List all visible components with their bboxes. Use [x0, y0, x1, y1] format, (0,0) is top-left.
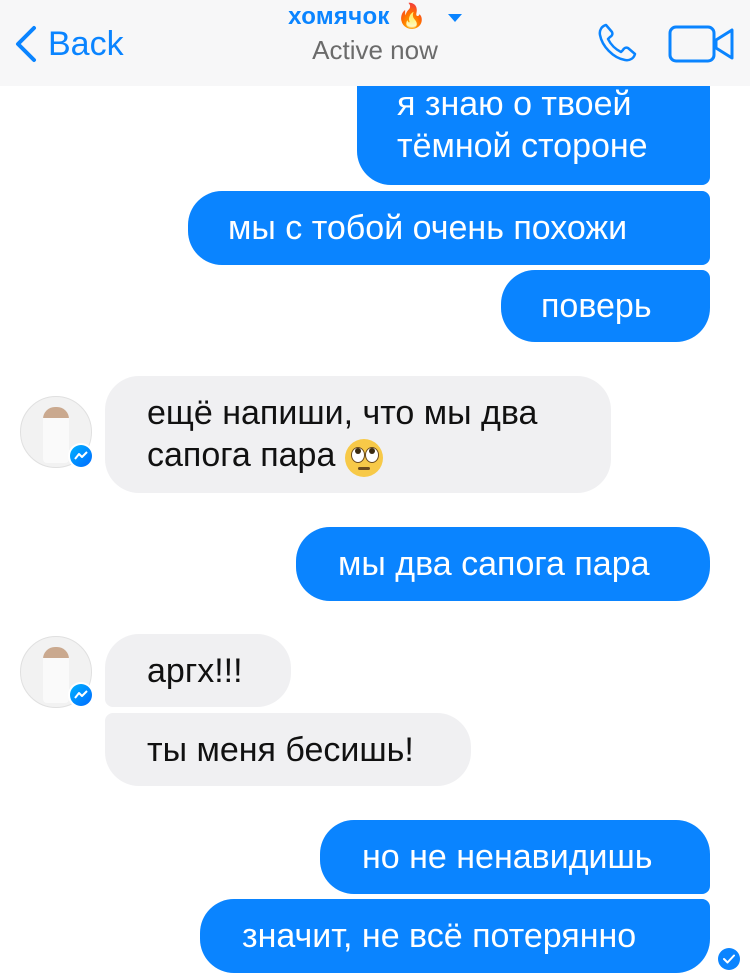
message-text: тёмной стороне: [397, 127, 648, 165]
messenger-badge-icon: [68, 443, 94, 469]
video-camera-icon: [668, 25, 734, 63]
message-text: мы два сапога пара: [338, 545, 650, 583]
message-text: мы с тобой очень похожи: [228, 209, 628, 247]
message-text: но не ненавидишь: [362, 838, 653, 876]
outgoing-message[interactable]: мы два сапога пара: [296, 527, 710, 601]
video-call-button[interactable]: [668, 24, 736, 69]
rolling-eyes-emoji-icon: [345, 438, 384, 477]
fire-emoji-icon: 🔥: [396, 3, 427, 30]
contact-name: хомячок: [288, 3, 390, 30]
message-text: ещё напиши, что мы два: [147, 394, 538, 433]
outgoing-message[interactable]: мы с тобой очень похожи: [188, 191, 710, 265]
chat-header: Back хомячок 🔥 Active now: [0, 0, 750, 86]
outgoing-message[interactable]: но не ненавидишь: [320, 820, 710, 894]
message-text: аргх!!!: [147, 651, 243, 690]
delivered-check-icon: [718, 948, 740, 970]
message-text: сапога пара: [147, 436, 336, 475]
chevron-down-icon[interactable]: [447, 13, 462, 22]
message-text: значит, не всё потерянно: [242, 917, 637, 955]
messenger-badge-icon: [68, 682, 94, 708]
phone-icon: [598, 23, 637, 62]
message-text: я знаю о твоей: [397, 85, 632, 123]
outgoing-message[interactable]: поверь: [501, 270, 710, 342]
call-button[interactable]: [594, 20, 640, 71]
outgoing-message[interactable]: значит, не всё потерянно: [200, 899, 710, 973]
message-text: ты меня бесишь!: [147, 730, 414, 769]
incoming-message[interactable]: ещё напиши, что мы два сапога пара: [105, 376, 611, 493]
incoming-message[interactable]: аргх!!!: [105, 634, 291, 707]
incoming-message[interactable]: ты меня бесишь!: [105, 713, 471, 786]
message-text: поверь: [541, 287, 652, 325]
outgoing-message[interactable]: я знаю о твоей тёмной стороне: [357, 85, 710, 185]
